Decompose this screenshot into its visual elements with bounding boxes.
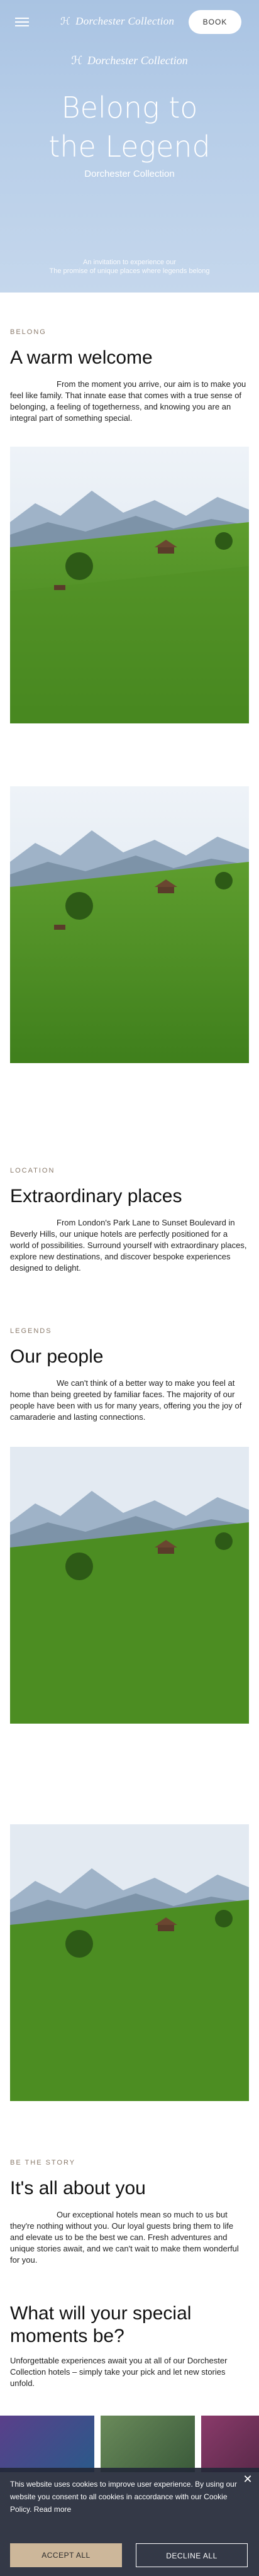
hero-title: Belong to the Legend	[0, 88, 259, 166]
landscape-image-1	[10, 447, 249, 723]
moments-body: Unforgettable experiences await you at a…	[10, 2356, 228, 2388]
hero-footer-line-1: An invitation to experience our	[83, 259, 176, 266]
experience-cards	[0, 2416, 259, 2472]
cookie-text: This website uses cookies to improve use…	[10, 2478, 249, 2516]
places-section: LOCATION Extraordinary places From Londo…	[10, 1167, 249, 1274]
welcome-body: From the moment you arrive, our aim is t…	[10, 379, 246, 423]
landscape-image-2	[10, 786, 249, 1063]
top-bar: ℋ Dorchester Collection BOOK	[0, 0, 259, 44]
brand-logo[interactable]: ℋ Dorchester Collection	[60, 15, 174, 28]
hero-title-line-2: the Legend	[48, 130, 211, 164]
story-body: Our exceptional hotels mean so much to u…	[10, 2210, 239, 2265]
experience-card[interactable]	[0, 2416, 94, 2472]
cookie-banner: ✕ This website uses cookies to improve u…	[0, 2468, 259, 2576]
brand-name: Dorchester Collection	[75, 15, 175, 27]
people-eyebrow: LEGENDS	[10, 1327, 52, 1335]
welcome-eyebrow: BELONG	[10, 328, 47, 336]
hero-title-line-1: Belong to	[61, 91, 198, 125]
people-body: We can't think of a better way to make y…	[10, 1378, 242, 1422]
landscape-image-3	[10, 1447, 249, 1724]
accept-all-button[interactable]: ACCEPT ALL	[10, 2543, 122, 2567]
story-title: It's all about you	[10, 2178, 146, 2199]
hero-section: ℋ Dorchester Collection BOOK ℋ Dorchester …	[0, 0, 259, 293]
experience-card[interactable]	[101, 2416, 195, 2472]
decline-all-button[interactable]: DECLINE ALL	[136, 2543, 248, 2567]
experience-card[interactable]	[201, 2416, 259, 2472]
welcome-title: A warm welcome	[10, 347, 153, 368]
moments-title: What will your special moments be?	[10, 2303, 192, 2346]
story-eyebrow: BE THE STORY	[10, 2159, 76, 2166]
hero-brand-name: Dorchester Collection	[87, 54, 188, 67]
people-title: Our people	[10, 1346, 104, 1367]
logo-mark-icon: ℋ	[60, 16, 71, 27]
places-body: From London's Park Lane to Sunset Boulev…	[10, 1218, 247, 1273]
places-eyebrow: LOCATION	[10, 1167, 55, 1174]
logo-mark-icon: ℋ	[71, 54, 82, 67]
welcome-section: BELONG A warm welcome From the moment yo…	[10, 328, 249, 424]
landscape-image-4	[10, 1824, 249, 2101]
story-section: BE THE STORY It's all about you Our exce…	[10, 2159, 249, 2266]
hero-brand: ℋ Dorchester Collection	[0, 54, 259, 67]
read-more-link[interactable]: Read more	[34, 2505, 71, 2514]
hero-subtitle: Dorchester Collection	[84, 169, 175, 179]
places-title: Extraordinary places	[10, 1186, 182, 1207]
menu-icon[interactable]	[15, 18, 29, 26]
hero-footer: An invitation to experience our The prom…	[0, 258, 259, 276]
hero-footer-line-2: The promise of unique places where legen…	[49, 267, 210, 275]
people-section: LEGENDS Our people We can't think of a b…	[10, 1327, 249, 1423]
moments-section: What will your special moments be? Unfor…	[10, 2302, 249, 2389]
book-button[interactable]: BOOK	[189, 10, 241, 34]
